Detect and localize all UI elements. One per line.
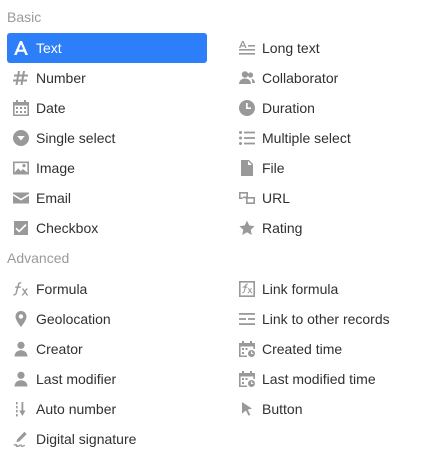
field-type-label: Single select [36,130,116,146]
field-type-label: Digital signature [36,431,137,447]
field-type-url[interactable]: URL [233,183,433,213]
field-type-label: Image [36,160,75,176]
field-type-long-text[interactable]: Long text [233,33,433,63]
field-type-label: Last modifier [36,371,117,387]
field-type-digital-signature[interactable]: Digital signature [7,424,207,454]
section-title-basic: Basic [7,9,42,25]
email-icon [13,190,29,206]
url-icon [239,190,255,206]
link-formula-icon [239,281,255,297]
geolocation-icon [13,311,29,327]
field-type-label: Button [262,401,303,417]
field-type-image[interactable]: Image [7,153,207,183]
field-type-email[interactable]: Email [7,183,207,213]
field-type-label: Geolocation [36,311,111,327]
checkbox-icon [13,220,29,236]
auto-number-icon [13,401,29,417]
number-icon [13,70,29,86]
field-type-label: Date [36,100,66,116]
field-type-checkbox[interactable]: Checkbox [7,213,207,243]
button-icon [239,401,255,417]
field-type-auto-number[interactable]: Auto number [7,394,207,424]
field-type-label: Collaborator [262,70,339,86]
collaborator-icon [239,70,255,86]
field-type-label: Long text [262,40,320,56]
field-type-label: Created time [262,341,343,357]
advanced-field-list: Formula Link formula Geolocation Link to… [7,274,427,454]
last-modifier-icon [13,371,29,387]
long-text-icon [239,40,255,56]
field-type-label: Link formula [262,281,339,297]
field-type-label: Formula [36,281,88,297]
rating-icon [239,220,255,236]
field-type-single-select[interactable]: Single select [7,123,207,153]
field-type-created-time[interactable]: Created time [233,334,433,364]
field-type-label: Email [36,190,72,206]
creator-icon [13,341,29,357]
field-type-label: Link to other records [262,311,390,327]
field-type-label: Duration [262,100,315,116]
field-type-label: URL [262,190,291,206]
field-type-collaborator[interactable]: Collaborator [233,63,433,93]
field-type-date[interactable]: Date [7,93,207,123]
field-type-rating[interactable]: Rating [233,213,433,243]
field-type-menu: Basic Text Long text Number Collaborator… [0,0,436,465]
field-type-last-modifier[interactable]: Last modifier [7,364,207,394]
field-type-link-records[interactable]: Link to other records [233,304,433,334]
field-type-number[interactable]: Number [7,63,207,93]
digital-signature-icon [13,431,29,447]
field-type-label: Last modified time [262,371,376,387]
field-type-label: Multiple select [262,130,351,146]
field-type-duration[interactable]: Duration [233,93,433,123]
field-type-file[interactable]: File [233,153,433,183]
field-type-label: Rating [262,220,303,236]
formula-icon [13,281,29,297]
field-type-button[interactable]: Button [233,394,433,424]
single-select-icon [13,130,29,146]
duration-icon [239,100,255,116]
field-type-formula[interactable]: Formula [7,274,207,304]
field-type-link-formula[interactable]: Link formula [233,274,433,304]
section-title-advanced: Advanced [7,250,70,266]
field-type-label: Auto number [36,401,117,417]
field-type-label: File [262,160,285,176]
field-type-last-modified-time[interactable]: Last modified time [233,364,433,394]
field-type-label: Text [36,40,62,56]
basic-field-list: Text Long text Number Collaborator Date … [7,33,427,243]
date-icon [13,100,29,116]
field-type-label: Creator [36,341,83,357]
field-type-label: Number [36,70,86,86]
multiple-select-icon [239,130,255,146]
field-type-label: Checkbox [36,220,99,236]
file-icon [239,160,255,176]
field-type-text[interactable]: Text [7,33,207,63]
created-time-icon [239,341,255,357]
image-icon [13,160,29,176]
last-modified-time-icon [239,371,255,387]
field-type-creator[interactable]: Creator [7,334,207,364]
text-icon [13,40,29,56]
field-type-geolocation[interactable]: Geolocation [7,304,207,334]
field-type-multiple-select[interactable]: Multiple select [233,123,433,153]
link-records-icon [239,311,255,327]
